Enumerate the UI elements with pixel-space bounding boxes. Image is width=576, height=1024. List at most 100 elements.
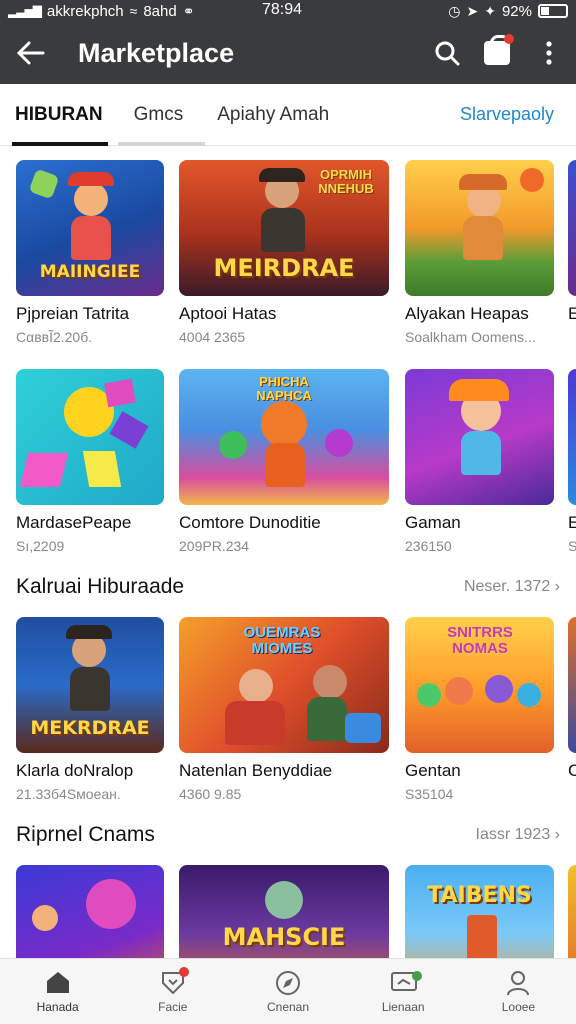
- nav-label: Facie: [158, 999, 188, 1014]
- bluetooth-icon: ✦: [484, 2, 496, 19]
- nav-home[interactable]: Hanada: [0, 959, 115, 1024]
- section-see-more[interactable]: Iassr 1923 ›: [476, 826, 560, 844]
- app-thumbnail: MAIINGIEE: [16, 160, 164, 296]
- app-name: Natenlan Benyddiae: [179, 761, 333, 780]
- tab-games[interactable]: Gmcs: [117, 84, 206, 146]
- app-card[interactable]: MAIINGIEE Pjpreian Tatrita CαввĨ2.20б.: [16, 160, 164, 345]
- compass-icon: [275, 970, 301, 995]
- app-card[interactable]: C: [568, 617, 576, 786]
- app-card[interactable]: PHICHA NAPHCA Comtore Dunoditie 209PR.23…: [179, 369, 389, 554]
- app-name: Klarla doNralop: [16, 761, 134, 780]
- nav-label: Hanada: [36, 999, 79, 1014]
- home-icon: [45, 970, 71, 994]
- clock: 78:94: [262, 1, 303, 18]
- section-header: Riprnel Cnams Iassr 1923 ›: [0, 815, 576, 855]
- profile-icon: [505, 970, 531, 995]
- app-thumbnail: PHICHA NAPHCA: [179, 369, 389, 505]
- app-name: E: [568, 304, 576, 323]
- app-thumbnail: [16, 865, 164, 958]
- app-thumbnail: [16, 369, 164, 505]
- app-card[interactable]: E: [568, 160, 576, 329]
- app-name: Aptooi Hatas: [179, 304, 277, 323]
- app-thumbnail: MEKRDRAE: [16, 617, 164, 753]
- app-row: MEKRDRAE Klarla doNralop 21.33б4Sмоеан. …: [0, 617, 576, 817]
- app-card[interactable]: Gaman 236150: [405, 369, 554, 554]
- app-card[interactable]: MAHSCIE: [179, 865, 389, 958]
- sync-icon: ⚭: [182, 2, 195, 19]
- app-thumbnail: OPRMIH NNEHUB MEIRDRAE: [179, 160, 389, 296]
- app-card[interactable]: [16, 865, 164, 958]
- nav-label: Cnenan: [266, 999, 310, 1014]
- notification-badge: [504, 34, 514, 44]
- marketplace-content: MAIINGIEE Pjpreian Tatrita CαввĨ2.20б. O…: [0, 146, 576, 958]
- nav-label: Looee: [501, 999, 536, 1014]
- app-card[interactable]: E S: [568, 369, 576, 554]
- tab-bar: HIBURAN Gmcs Apiahy Amah Slarvepaoly: [0, 84, 576, 146]
- app-meta: CαввĨ2.20б.: [16, 329, 93, 345]
- bottom-navigation: Hanada Facie Cnenan Lienaan Looee: [0, 958, 576, 1024]
- app-meta: Soalkham Oomens...: [405, 329, 536, 345]
- app-card[interactable]: [568, 865, 576, 958]
- nav-cnenan[interactable]: Cnenan: [230, 959, 345, 1024]
- app-meta: S35104: [405, 786, 454, 802]
- art-title: MEKRDRAE: [30, 717, 150, 739]
- see-all-link[interactable]: Slarvepaoly: [460, 104, 576, 125]
- app-name: Gentan: [405, 761, 461, 780]
- app-card[interactable]: MEKRDRAE Klarla doNralop 21.33б4Sмоеан.: [16, 617, 164, 802]
- nav-profile[interactable]: Looee: [461, 959, 576, 1024]
- status-bar: ▂▃▅▇ akkrekphch ≈ 8ahd ⚭ 78:94 ◷ ➤ ✦ 92%: [0, 0, 576, 22]
- section-title: Kalruai Hiburaade: [16, 575, 185, 598]
- app-name: E: [568, 513, 576, 532]
- more-vert-icon[interactable]: [522, 22, 576, 84]
- app-card[interactable]: OPRMIH NNEHUB MEIRDRAE Aptooi Hatas 4004…: [179, 160, 389, 345]
- nav-badge: [411, 971, 422, 981]
- nav-badge: [179, 967, 190, 977]
- signal-icon: ▂▃▅▇: [8, 4, 42, 18]
- app-meta: 21.33б4Sмоеан.: [16, 786, 121, 802]
- back-arrow-icon[interactable]: [0, 22, 62, 84]
- art-subtitle: SNITRRS NOMAS: [447, 624, 513, 657]
- app-meta: 4004 2365: [179, 329, 246, 345]
- app-thumbnail: [568, 160, 576, 296]
- status-left-text: akkrekphch: [46, 2, 124, 20]
- section-see-more[interactable]: Neser. 1372 ›: [464, 578, 560, 596]
- app-row: MAIINGIEE Pjpreian Tatrita CαввĨ2.20б. O…: [0, 160, 576, 360]
- app-meta: 209PR.234: [179, 538, 250, 554]
- app-card[interactable]: OUEMRAS MIOMES Natenlan Benyddiae 4360 9…: [179, 617, 389, 802]
- art-title: MAHSCIE: [222, 923, 346, 951]
- app-meta: Sı,2209: [16, 538, 65, 554]
- app-card[interactable]: MardasePeape Sı,2209: [16, 369, 164, 554]
- app-name: Pjpreian Tatrita: [16, 304, 130, 323]
- section-title: Riprnel Cnams: [16, 823, 155, 846]
- art-subtitle: OUEMRAS MIOMES: [243, 624, 321, 657]
- app-thumbnail: [568, 617, 576, 753]
- app-thumbnail: [568, 865, 576, 958]
- app-name: Alyakan Heapas: [405, 304, 529, 323]
- nav-lienaan[interactable]: Lienaan: [346, 959, 461, 1024]
- art-subtitle: PHICHA NAPHCA: [256, 374, 312, 403]
- app-meta: 236150: [405, 538, 452, 554]
- tab-hiburan[interactable]: HIBURAN: [0, 84, 118, 146]
- tab-label: Gmcs: [133, 103, 184, 125]
- alarm-icon: ◷: [448, 2, 461, 19]
- wifi-icon: ≈: [129, 3, 138, 19]
- app-thumbnail: OUEMRAS MIOMES: [179, 617, 389, 753]
- app-row: MardasePeape Sı,2209 PHICHA NAPHCA Comto…: [0, 369, 576, 569]
- app-card[interactable]: TAIBENS: [405, 865, 554, 958]
- app-card[interactable]: Alyakan Heapas Soalkham Oomens...: [405, 160, 554, 345]
- app-thumbnail: MAHSCIE: [179, 865, 389, 958]
- tab-label: HIBURAN: [15, 103, 103, 125]
- app-name: Gaman: [405, 513, 461, 532]
- section-header: Kalruai Hiburaade Neser. 1372 ›: [0, 567, 576, 607]
- app-card[interactable]: SNITRRS NOMAS Gentan S35104: [405, 617, 554, 802]
- shopping-bag-icon[interactable]: [472, 22, 522, 84]
- tab-apiahy-amah[interactable]: Apiahy Amah: [205, 84, 344, 146]
- page-title: Marketplace: [78, 37, 235, 68]
- art-title: TAIBENS: [427, 883, 532, 908]
- nav-facie[interactable]: Facie: [115, 959, 230, 1024]
- search-icon[interactable]: [422, 22, 472, 84]
- network-text: 8ahd: [143, 2, 177, 20]
- tab-label: Apiahy Amah: [217, 103, 330, 125]
- app-name: MardasePeape: [16, 513, 132, 532]
- app-name: C: [568, 761, 576, 780]
